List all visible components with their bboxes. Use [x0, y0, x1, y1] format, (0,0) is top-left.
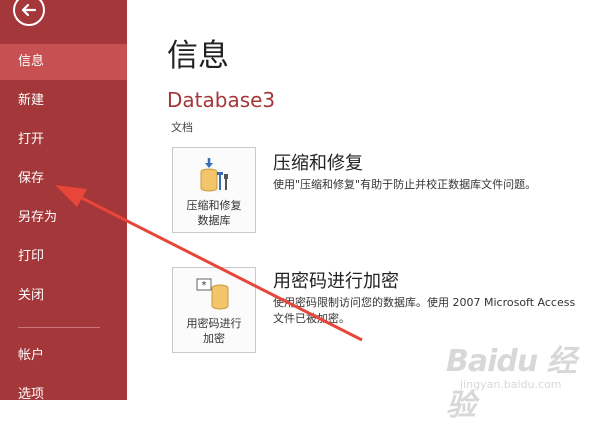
encrypt-label-line1: 用密码进行 [186, 317, 242, 330]
section-label: 文档 [171, 121, 193, 134]
encrypt-with-password-button[interactable]: * 用密码进行 加密 [172, 267, 256, 353]
compact-repair-description: 使用"压缩和修复"有助于防止并校正数据库文件问题。 [273, 178, 537, 191]
database-repair-icon [200, 158, 228, 192]
database-lock-icon: * [196, 278, 229, 310]
encrypt-label-line2: 加密 [203, 332, 225, 345]
sidebar-item-new[interactable]: 新建 [0, 83, 127, 119]
compact-repair-label-line2: 数据库 [197, 214, 231, 227]
sidebar-item-save[interactable]: 保存 [0, 161, 127, 197]
sidebar-item-print[interactable]: 打印 [0, 239, 127, 275]
sidebar-item-options[interactable]: 选项 [0, 377, 127, 413]
sidebar-divider [18, 327, 100, 328]
compact-repair-label-line1: 压缩和修复 [186, 199, 242, 212]
sidebar-item-account[interactable]: 帐户 [0, 338, 127, 374]
back-arrow-icon [21, 3, 37, 17]
sidebar-item-info[interactable]: 信息 [0, 44, 127, 80]
sidebar-item-save-as[interactable]: 另存为 [0, 200, 127, 236]
back-button[interactable] [13, 0, 45, 26]
database-name: Database3 [167, 88, 276, 112]
svg-text:*: * [202, 280, 207, 291]
watermark-url: jingyan.baidu.com [460, 378, 562, 391]
sidebar-item-close[interactable]: 关闭 [0, 278, 127, 314]
page-title: 信息 [167, 38, 229, 74]
compact-repair-heading: 压缩和修复 [273, 153, 363, 174]
sidebar-item-open[interactable]: 打开 [0, 122, 127, 158]
encrypt-description-line1: 使用密码限制访问您的数据库。使用 2007 Microsoft Access [273, 296, 576, 309]
encrypt-description-line2: 文件已被加密。 [273, 312, 350, 325]
encrypt-heading: 用密码进行加密 [273, 271, 399, 292]
backstage-sidebar: 信息 新建 打开 保存 另存为 打印 关闭 帐户 选项 [0, 0, 127, 402]
baidu-watermark: Baidu 经验 jingyan.baidu.com [442, 330, 592, 423]
compact-repair-button[interactable]: 压缩和修复 数据库 [172, 147, 256, 233]
